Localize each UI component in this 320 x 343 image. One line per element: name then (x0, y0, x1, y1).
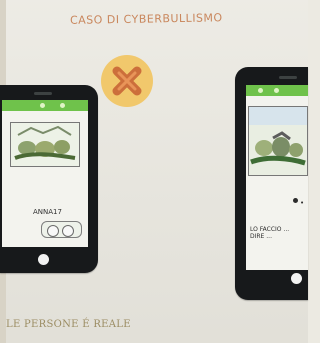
right-app-bar (246, 85, 308, 96)
page-caption: LE PERSONE É REALE (6, 319, 131, 330)
left-app-bar-dot (40, 103, 45, 108)
right-app-bar-dot (258, 88, 263, 93)
right-app-bar-dot (274, 88, 279, 93)
left-control-pill[interactable] (41, 221, 82, 238)
right-phone: • LO FACCIO ... DIRE ... (235, 67, 308, 300)
left-control-button[interactable] (47, 225, 59, 237)
x-mark-icon (112, 66, 142, 96)
right-photo-icon (249, 107, 307, 175)
left-app-bar-dot (60, 103, 65, 108)
left-phone: ANNA17 (0, 85, 98, 273)
left-phone-speaker (34, 92, 52, 95)
left-photo-icon (11, 123, 79, 166)
right-home-button[interactable] (291, 273, 302, 284)
right-phone-screen: • LO FACCIO ... DIRE ... (246, 85, 308, 270)
left-phone-screen-label: ANNA17 (33, 208, 62, 216)
right-phone-note: LO FACCIO ... DIRE ... (250, 226, 306, 240)
right-photo-window (248, 106, 308, 176)
right-phone-speaker (279, 76, 297, 79)
left-control-button[interactable] (62, 225, 74, 237)
right-note-line: LO FACCIO ... (250, 226, 290, 233)
left-app-bar (2, 100, 88, 111)
left-phone-screen: ANNA17 (2, 100, 88, 247)
right-status-icon (293, 198, 298, 203)
left-home-button[interactable] (38, 254, 49, 265)
x-emblem (101, 55, 153, 107)
right-status-label: • (300, 199, 305, 207)
right-note-line: DIRE ... (250, 233, 272, 240)
left-photo-window (10, 122, 80, 167)
